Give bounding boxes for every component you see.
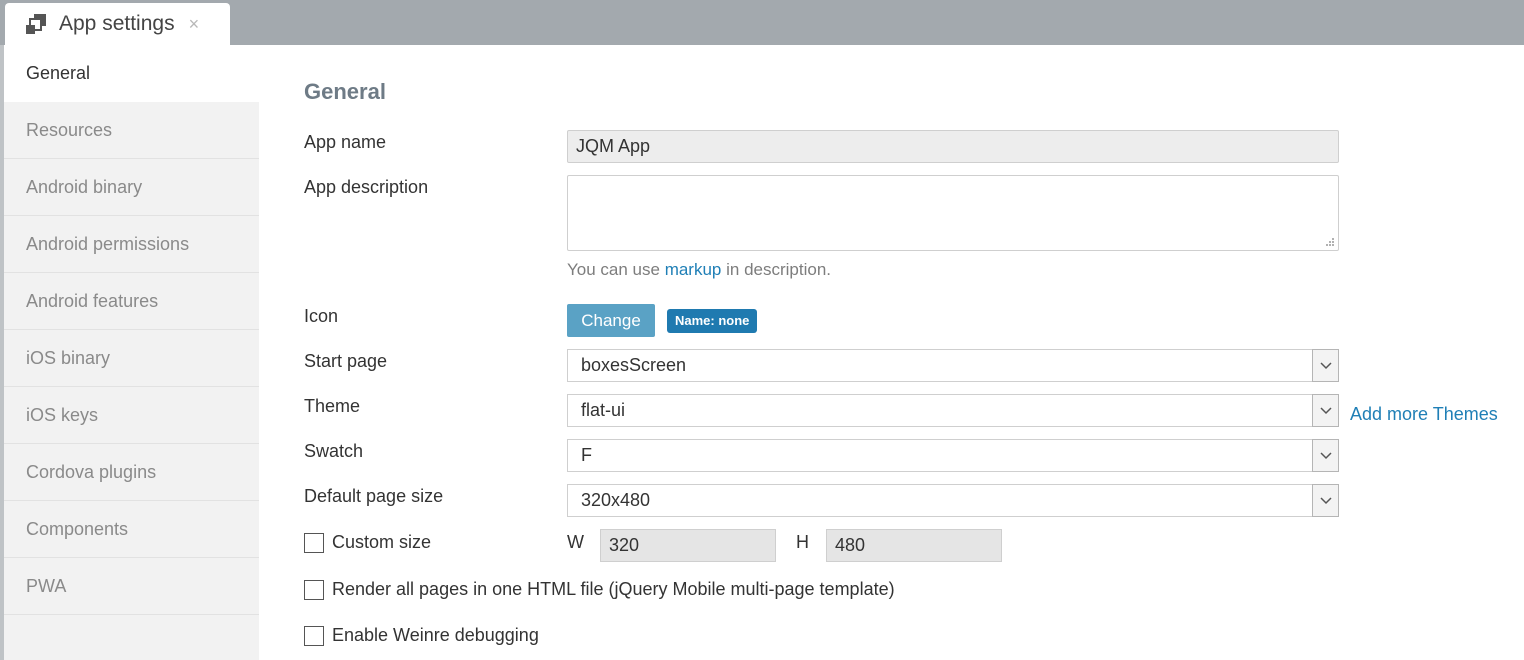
theme-value: flat-ui [581, 400, 626, 420]
width-label: W [567, 532, 584, 552]
sidebar-item-ios-binary[interactable]: iOS binary [4, 330, 259, 387]
sidebar-item-cordova-plugins[interactable]: Cordova plugins [4, 444, 259, 501]
close-icon[interactable]: × [189, 14, 200, 35]
render-all-pages-label: Render all pages in one HTML file (jQuer… [332, 579, 895, 599]
swatch-label: Swatch [304, 441, 364, 461]
sidebar-item-android-features[interactable]: Android features [4, 273, 259, 330]
sidebar-item-android-permissions[interactable]: Android permissions [4, 216, 259, 273]
custom-size-label: Custom size [332, 532, 432, 552]
app-name-label: App name [304, 132, 387, 152]
markup-link[interactable]: markup [665, 260, 722, 279]
app-description-label: App description [304, 177, 429, 197]
weinre-debugging-checkbox[interactable] [304, 626, 324, 646]
description-hint: You can use markup in description. [567, 260, 831, 280]
sidebar-item-pwa[interactable]: PWA [4, 558, 259, 615]
app-settings-icon [26, 14, 46, 34]
add-more-themes-link[interactable]: Add more Themes [1350, 404, 1498, 425]
sidebar: General Resources Android binary Android… [4, 45, 259, 660]
icon-label: Icon [304, 306, 339, 326]
default-page-size-select[interactable]: 320x480 [567, 484, 1339, 517]
start-page-label: Start page [304, 351, 388, 371]
default-page-size-value: 320x480 [581, 490, 651, 510]
weinre-debugging-label: Enable Weinre debugging [332, 625, 539, 645]
sidebar-item-android-binary[interactable]: Android binary [4, 159, 259, 216]
tab-app-settings[interactable]: App settings × [5, 3, 230, 45]
hint-text-after: in description. [726, 260, 831, 279]
default-page-size-label: Default page size [304, 486, 444, 506]
width-input[interactable]: 320 [600, 529, 776, 562]
chevron-down-icon[interactable] [1312, 349, 1339, 382]
theme-select[interactable]: flat-ui [567, 394, 1339, 427]
hint-text-before: You can use [567, 260, 660, 279]
app-name-input[interactable]: JQM App [567, 130, 1339, 163]
render-all-pages-checkbox[interactable] [304, 580, 324, 600]
height-input[interactable]: 480 [826, 529, 1002, 562]
chevron-down-icon[interactable] [1312, 439, 1339, 472]
sidebar-item-general[interactable]: General [4, 45, 259, 102]
start-page-value: boxesScreen [581, 355, 687, 375]
chevron-down-icon[interactable] [1312, 394, 1339, 427]
start-page-select[interactable]: boxesScreen [567, 349, 1339, 382]
resize-handle-icon[interactable] [1325, 237, 1335, 247]
swatch-select[interactable]: F [567, 439, 1339, 472]
custom-size-checkbox[interactable] [304, 533, 324, 553]
app-description-textarea[interactable] [567, 175, 1339, 251]
tab-title: App settings [59, 12, 175, 35]
icon-name-badge: Name: none [667, 309, 758, 333]
chevron-down-icon[interactable] [1312, 484, 1339, 517]
change-icon-button[interactable]: Change [567, 304, 655, 337]
theme-label: Theme [304, 396, 361, 416]
sidebar-item-resources[interactable]: Resources [4, 102, 259, 159]
sidebar-item-ios-keys[interactable]: iOS keys [4, 387, 259, 444]
height-label: H [796, 532, 809, 552]
page-title: General [304, 79, 386, 104]
swatch-value: F [581, 445, 592, 465]
sidebar-item-components[interactable]: Components [4, 501, 259, 558]
